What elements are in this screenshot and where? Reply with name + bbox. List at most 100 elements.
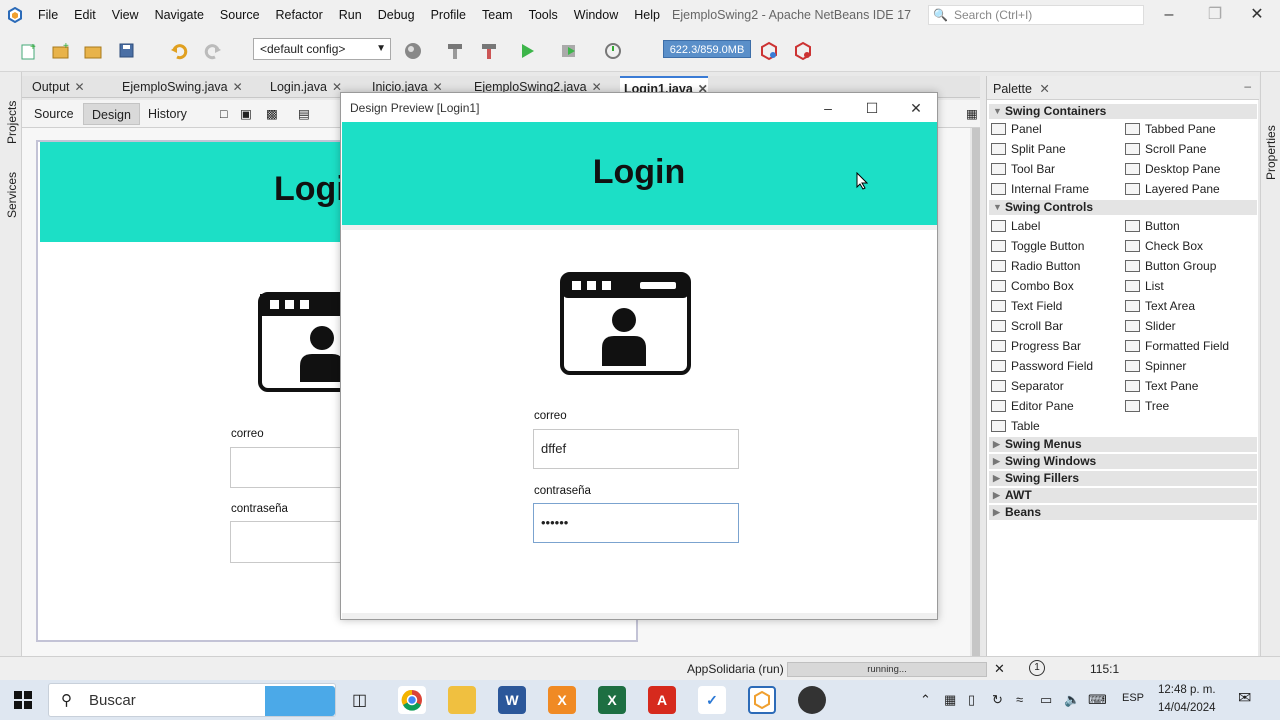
chevron-up-icon[interactable]: ⌃: [920, 692, 931, 708]
palette-item-slider[interactable]: Slider: [1123, 317, 1176, 335]
menu-edit[interactable]: Edit: [66, 0, 104, 30]
category-swing-containers[interactable]: ▼ Swing Containers: [989, 104, 1257, 119]
profile-icon[interactable]: [600, 38, 626, 64]
undo-icon[interactable]: [166, 38, 192, 64]
tab-output[interactable]: Output ✕: [28, 76, 85, 98]
clock-time[interactable]: 12:48 p. m.: [1158, 684, 1216, 696]
minimize-button[interactable]: –: [1146, 0, 1192, 30]
close-icon[interactable]: ✕: [901, 97, 931, 119]
minimize-panel-icon[interactable]: –: [1244, 79, 1251, 93]
redo-icon[interactable]: [200, 38, 226, 64]
palette-item-button-group[interactable]: Button Group: [1123, 257, 1216, 275]
obs-icon[interactable]: [798, 686, 826, 714]
menu-window[interactable]: Window: [566, 0, 626, 30]
tab-ejemploswing[interactable]: EjemploSwing.java ✕: [118, 76, 243, 98]
clock-date[interactable]: 14/04/2024: [1158, 702, 1216, 714]
palette-item-list[interactable]: List: [1123, 277, 1164, 295]
align-left-icon[interactable]: ▤: [290, 103, 318, 125]
browser-icon[interactable]: [400, 38, 426, 64]
palette-item-split-pane[interactable]: Split Pane: [989, 140, 1066, 158]
excel-icon[interactable]: X: [598, 686, 626, 714]
memory-indicator[interactable]: 622.3/859.0MB: [663, 40, 751, 58]
palette-item-layered-pane[interactable]: Layered Pane: [1123, 180, 1220, 198]
palette-item-progress-bar[interactable]: Progress Bar: [989, 337, 1081, 355]
clean-build-icon[interactable]: [476, 38, 502, 64]
email-field[interactable]: dffef: [533, 429, 739, 469]
palette-item-radio-button[interactable]: Radio Button: [989, 257, 1080, 275]
palette-item-text-pane[interactable]: Text Pane: [1123, 377, 1198, 395]
todo-icon[interactable]: ✓: [698, 686, 726, 714]
running-project[interactable]: AppSolidaria (run): [687, 662, 784, 676]
close-icon[interactable]: ✕: [75, 80, 85, 94]
connection-mode-icon[interactable]: ▣: [232, 103, 260, 125]
gc-icon[interactable]: [756, 38, 782, 64]
debug-icon[interactable]: [556, 38, 582, 64]
password-field[interactable]: ••••••: [533, 503, 739, 543]
menu-profile[interactable]: Profile: [423, 0, 474, 30]
xampp-icon[interactable]: X: [548, 686, 576, 714]
menu-navigate[interactable]: Navigate: [147, 0, 212, 30]
acrobat-icon[interactable]: A: [648, 686, 676, 714]
menu-refactor[interactable]: Refactor: [268, 0, 331, 30]
palette-item-button[interactable]: Button: [1123, 217, 1180, 235]
category-awt[interactable]: ▶ AWT: [989, 488, 1257, 503]
palette-item-check-box[interactable]: Check Box: [1123, 237, 1203, 255]
minimize-icon[interactable]: –: [813, 97, 843, 119]
tray-app-icon[interactable]: ▦: [944, 692, 956, 708]
palette-item-toggle-button[interactable]: Toggle Button: [989, 237, 1084, 255]
properties-tab[interactable]: Properties: [1264, 125, 1278, 180]
new-project-icon[interactable]: +: [48, 38, 74, 64]
palette-item-scroll-bar[interactable]: Scroll Bar: [989, 317, 1063, 335]
menu-source[interactable]: Source: [212, 0, 268, 30]
services-tab[interactable]: Services: [5, 172, 19, 218]
menu-file[interactable]: File: [30, 0, 66, 30]
palette-item-tree[interactable]: Tree: [1123, 397, 1169, 415]
menu-team[interactable]: Team: [474, 0, 521, 30]
menu-view[interactable]: View: [104, 0, 147, 30]
new-file-icon[interactable]: +: [16, 38, 42, 64]
save-all-icon[interactable]: [114, 38, 140, 64]
profiler-icon[interactable]: [790, 38, 816, 64]
cancel-task-icon[interactable]: ✕: [994, 661, 1005, 677]
canvas-scrollbar[interactable]: [970, 128, 982, 656]
task-view-icon[interactable]: ◫: [352, 690, 367, 710]
netbeans-taskbar-icon[interactable]: [748, 686, 776, 714]
palette-item-text-area[interactable]: Text Area: [1123, 297, 1195, 315]
close-button[interactable]: ✕: [1234, 0, 1280, 30]
language-indicator[interactable]: ESP: [1122, 692, 1144, 704]
file-explorer-icon[interactable]: [448, 686, 476, 714]
preview-titlebar[interactable]: Design Preview [Login1] – ☐ ✕: [341, 93, 937, 122]
palette-tab[interactable]: Palette ✕: [993, 81, 1050, 96]
category-swing-fillers[interactable]: ▶ Swing Fillers: [989, 471, 1257, 486]
run-icon[interactable]: [514, 38, 540, 64]
projects-tab[interactable]: Projects: [5, 101, 19, 144]
search-input[interactable]: 🔍 Search (Ctrl+I): [928, 5, 1144, 25]
volume-icon[interactable]: 🔈: [1064, 692, 1080, 708]
palette-item-tabbed-pane[interactable]: Tabbed Pane: [1123, 120, 1216, 138]
maximize-icon[interactable]: ☐: [857, 97, 887, 119]
user-window-icon[interactable]: [258, 292, 390, 397]
palette-item-password-field[interactable]: Password Field: [989, 357, 1093, 375]
progress-bar[interactable]: running...: [787, 662, 987, 677]
menu-run[interactable]: Run: [331, 0, 370, 30]
palette-item-scroll-pane[interactable]: Scroll Pane: [1123, 140, 1206, 158]
keyboard-icon[interactable]: ⌨: [1088, 692, 1107, 708]
category-swing-controls[interactable]: ▼ Swing Controls: [989, 200, 1257, 215]
palette-item-tool-bar[interactable]: Tool Bar: [989, 160, 1055, 178]
palette-item-editor-pane[interactable]: Editor Pane: [989, 397, 1074, 415]
palette-item-label[interactable]: Label: [989, 217, 1040, 235]
build-icon[interactable]: [442, 38, 468, 64]
tray-phone-icon[interactable]: ▯: [968, 692, 975, 708]
email-field[interactable]: [230, 447, 342, 488]
preview-design-icon[interactable]: ▩: [258, 103, 286, 125]
category-swing-menus[interactable]: ▶ Swing Menus: [989, 437, 1257, 452]
history-button[interactable]: History: [140, 103, 195, 125]
category-swing-windows[interactable]: ▶ Swing Windows: [989, 454, 1257, 469]
chrome-icon[interactable]: [398, 686, 426, 714]
restore-button[interactable]: ❐: [1192, 0, 1238, 30]
menu-tools[interactable]: Tools: [521, 0, 566, 30]
menu-help[interactable]: Help: [626, 0, 668, 30]
close-icon[interactable]: ✕: [1039, 82, 1049, 96]
battery-icon[interactable]: ▭: [1040, 692, 1052, 708]
category-beans[interactable]: ▶ Beans: [989, 505, 1257, 520]
